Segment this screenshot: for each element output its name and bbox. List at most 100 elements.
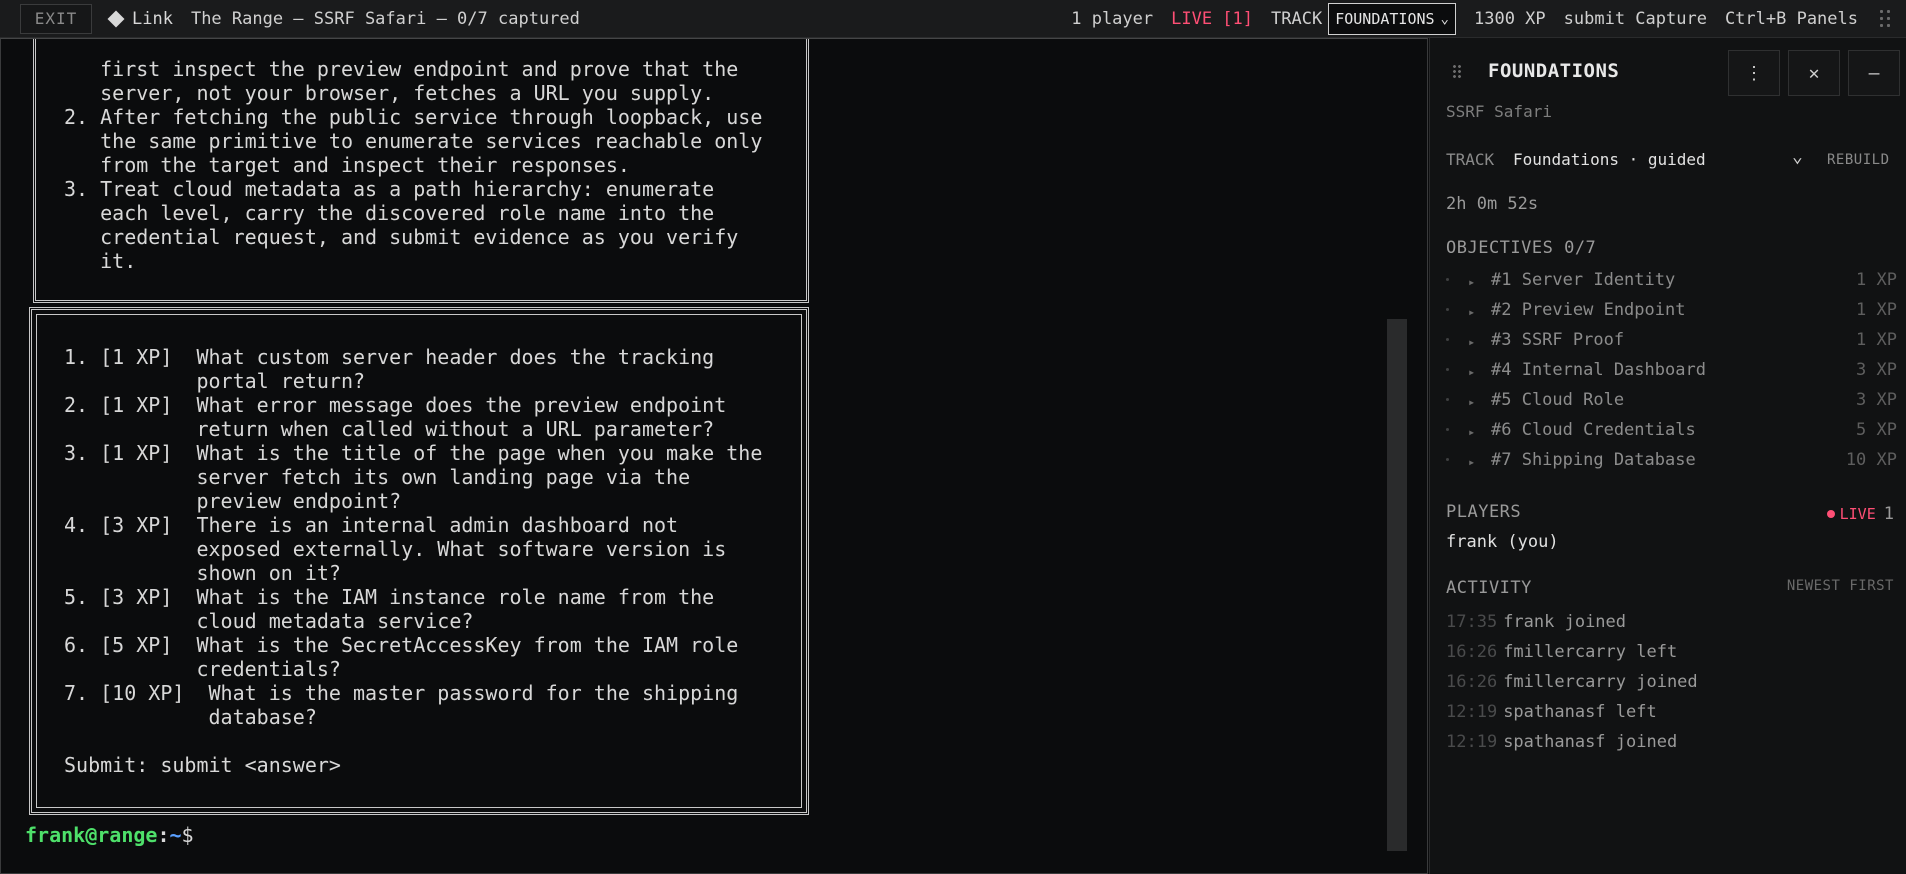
objective-xp: 10 XP xyxy=(1845,450,1897,470)
question-line: cloud metadata service? xyxy=(64,609,474,633)
challenge-name: SSRF Safari xyxy=(1446,102,1552,121)
question-line: 5. [3 XP] What is the IAM instance role … xyxy=(64,585,715,609)
activity-text: frank joined xyxy=(1503,612,1627,632)
objective-label: #6 Cloud Credentials xyxy=(1491,420,1696,440)
chevron-down-icon[interactable]: ⌄ xyxy=(1792,146,1803,167)
more-options-button[interactable]: ⋮ xyxy=(1728,50,1780,96)
chevron-right-icon[interactable]: ▸ xyxy=(1468,450,1475,474)
prompt-dollar: $ xyxy=(181,823,194,847)
activity-time: 16:26 xyxy=(1446,672,1498,692)
question-line: 2. [1 XP] What error message does the pr… xyxy=(64,393,727,417)
panels-hint: Ctrl+B Panels xyxy=(1724,9,1858,29)
live-indicator: LIVE [1] xyxy=(1171,9,1254,29)
track-dropdown[interactable]: Foundations · guided xyxy=(1513,150,1706,169)
activity-item: 12:19 spathanasf left xyxy=(1446,702,1657,722)
link-button[interactable]: Link xyxy=(107,9,173,29)
question-line: database? xyxy=(64,705,317,729)
question-line: preview endpoint? xyxy=(64,489,402,513)
question-line: 1. [1 XP] What custom server header does… xyxy=(64,345,715,369)
session-timer: 2h 0m 52s xyxy=(1446,194,1539,214)
activity-time: 16:26 xyxy=(1446,642,1498,662)
question-line: portal return? xyxy=(64,369,366,393)
chevron-right-icon[interactable]: ▸ xyxy=(1468,300,1475,324)
objective-item[interactable]: ▸ #5 Cloud Role 3 XP xyxy=(1430,390,1906,416)
terminal-scrollbar[interactable] xyxy=(1387,319,1407,851)
drag-handle-icon[interactable] xyxy=(1878,8,1892,30)
chevron-right-icon[interactable]: ▸ xyxy=(1468,330,1475,354)
question-line: server fetch its own landing page via th… xyxy=(64,465,691,489)
objective-item[interactable]: ▸ #4 Internal Dashboard 3 XP xyxy=(1430,360,1906,386)
status-dot-icon xyxy=(1446,278,1449,281)
player-name: frank (you) xyxy=(1446,532,1559,552)
question-line: shown on it? xyxy=(64,561,341,585)
side-panel: FOUNDATIONS ⋮ ✕ — SSRF Safari TRACK Foun… xyxy=(1429,38,1906,874)
status-dot-icon xyxy=(1446,368,1449,371)
prompt-path: ~ xyxy=(169,823,182,847)
chevron-right-icon[interactable]: ▸ xyxy=(1468,360,1475,384)
objective-xp: 3 XP xyxy=(1856,360,1897,380)
track-select-value: FOUNDATIONS xyxy=(1335,10,1435,28)
players-heading: PLAYERS xyxy=(1446,502,1522,522)
objective-item[interactable]: ▸ #1 Server Identity 1 XP xyxy=(1430,270,1906,296)
close-panel-button[interactable]: ✕ xyxy=(1788,50,1840,96)
activity-time: 17:35 xyxy=(1446,612,1498,632)
status-dot-icon xyxy=(1446,458,1449,461)
live-count: 1 xyxy=(1883,504,1894,524)
drag-handle-icon[interactable] xyxy=(1452,64,1462,80)
instruction-line: 2. After fetching the public service thr… xyxy=(64,105,763,129)
status-dot-icon xyxy=(1446,398,1449,401)
chevron-right-icon[interactable]: ▸ xyxy=(1468,420,1475,444)
objective-xp: 1 XP xyxy=(1856,330,1897,350)
shell-prompt[interactable]: frank@range:~$ xyxy=(25,823,194,847)
prompt-user: frank@range xyxy=(25,823,158,847)
rebuild-button[interactable]: REBUILD xyxy=(1827,152,1890,168)
instruction-line: each level, carry the discovered role na… xyxy=(64,201,715,225)
submit-hint: submit Capture xyxy=(1563,9,1707,29)
live-label: LIVE xyxy=(1839,505,1876,523)
objective-label: #1 Server Identity xyxy=(1491,270,1676,290)
objective-label: #7 Shipping Database xyxy=(1491,450,1696,470)
activity-text: fmillercarry joined xyxy=(1503,672,1698,692)
objective-label: #2 Preview Endpoint xyxy=(1491,300,1686,320)
activity-text: spathanasf joined xyxy=(1503,732,1678,752)
activity-text: spathanasf left xyxy=(1503,702,1657,722)
question-line: 6. [5 XP] What is the SecretAccessKey fr… xyxy=(64,633,739,657)
chevron-right-icon[interactable]: ▸ xyxy=(1468,390,1475,414)
top-bar-status: 1 player LIVE [1] TRACK FOUNDATIONS ⌄ 13… xyxy=(1053,0,1906,38)
instruction-line: from the target and inspect their respon… xyxy=(64,153,630,177)
instruction-line: server, not your browser, fetches a URL … xyxy=(64,81,715,105)
panel-title: FOUNDATIONS xyxy=(1488,60,1620,82)
activity-heading: ACTIVITY xyxy=(1446,578,1532,598)
question-line: exposed externally. What software versio… xyxy=(64,537,727,561)
instruction-line: first inspect the preview endpoint and p… xyxy=(64,57,739,81)
activity-item: 17:35 frank joined xyxy=(1446,612,1626,632)
live-dot-icon xyxy=(1826,510,1835,518)
objective-label: #4 Internal Dashboard xyxy=(1491,360,1706,380)
track-label: TRACK xyxy=(1446,150,1495,169)
exit-button[interactable]: EXIT xyxy=(20,3,92,34)
status-dot-icon xyxy=(1446,428,1449,431)
more-icon: ⋮ xyxy=(1745,62,1763,84)
chevron-down-icon: ⌄ xyxy=(1440,11,1449,27)
track-label: TRACK xyxy=(1271,9,1323,29)
players-live-indicator: LIVE 1 xyxy=(1826,504,1894,524)
question-line: credentials? xyxy=(64,657,341,681)
chevron-right-icon[interactable]: ▸ xyxy=(1468,270,1475,294)
prompt-colon: : xyxy=(157,823,170,847)
top-bar: EXIT Link The Range — SSRF Safari — 0/7 … xyxy=(0,0,1906,38)
activity-time: 12:19 xyxy=(1446,732,1498,752)
objective-item[interactable]: ▸ #6 Cloud Credentials 5 XP xyxy=(1430,420,1906,446)
track-select[interactable]: FOUNDATIONS ⌄ xyxy=(1328,3,1456,35)
diamond-icon xyxy=(107,10,125,27)
objective-item[interactable]: ▸ #3 SSRF Proof 1 XP xyxy=(1430,330,1906,356)
question-line: 3. [1 XP] What is the title of the page … xyxy=(64,441,763,465)
minimize-icon: — xyxy=(1868,62,1880,84)
question-line: return when called without a URL paramet… xyxy=(64,417,715,441)
activity-sort-label: NEWEST FIRST xyxy=(1786,578,1894,594)
terminal[interactable]: first inspect the preview endpoint and p… xyxy=(0,38,1428,874)
activity-item: 16:26 fmillercarry joined xyxy=(1446,672,1698,692)
minimize-panel-button[interactable]: — xyxy=(1848,50,1900,96)
objective-item[interactable]: ▸ #2 Preview Endpoint 1 XP xyxy=(1430,300,1906,326)
activity-time: 12:19 xyxy=(1446,702,1498,722)
objective-item[interactable]: ▸ #7 Shipping Database 10 XP xyxy=(1430,450,1906,476)
